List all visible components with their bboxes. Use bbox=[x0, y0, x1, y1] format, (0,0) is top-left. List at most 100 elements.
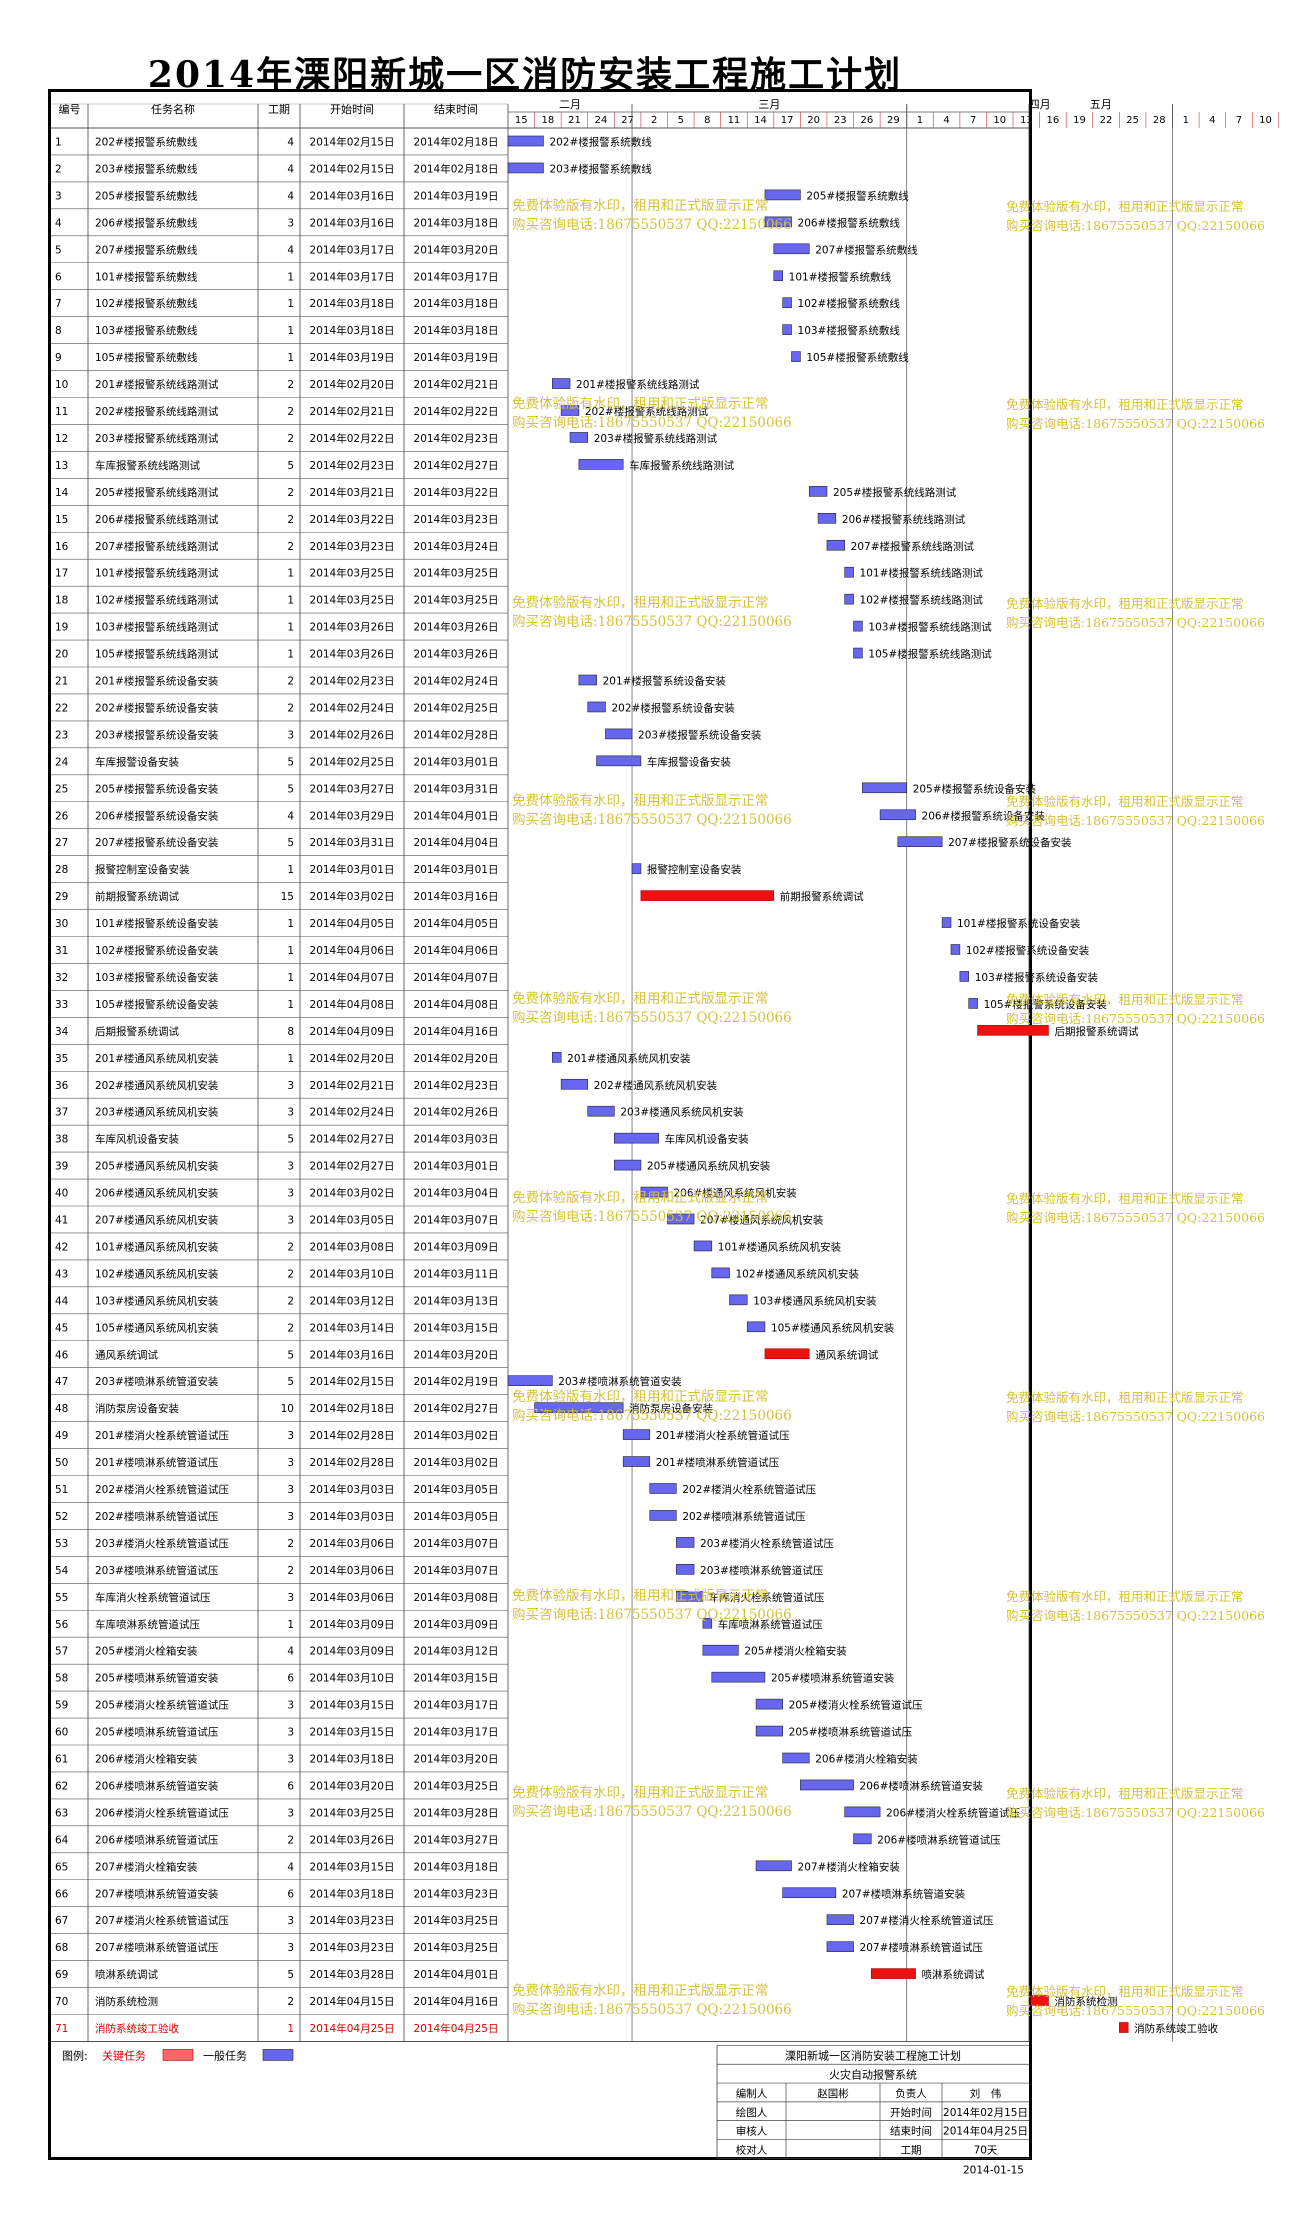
gantt-bar bbox=[755, 1698, 783, 1710]
task-duration: 2 bbox=[287, 406, 294, 418]
watermark-text: 免费体验版有水印，租用和正式版显示正常 购买咨询电话:18675550537 QQ… bbox=[512, 1388, 792, 1426]
task-start: 2014年04月06日 bbox=[310, 944, 395, 957]
watermark-line: 免费体验版有水印，租用和正式版显示正常 bbox=[1006, 596, 1244, 611]
watermark-text: 免费体验版有水印，租用和正式版显示正常 购买咨询电话:18675550537 QQ… bbox=[1006, 1388, 1265, 1426]
task-duration: 3 bbox=[287, 1457, 294, 1469]
task-duration: 1 bbox=[287, 945, 294, 957]
gantt-bar bbox=[853, 647, 863, 659]
task-end: 2014年03月12日 bbox=[414, 1645, 499, 1658]
task-duration: 2 bbox=[287, 541, 294, 553]
task-end: 2014年03月25日 bbox=[414, 1941, 499, 1954]
watermark-text: 免费体验版有水印，租用和正式版显示正常 购买咨询电话:18675550537 QQ… bbox=[512, 197, 792, 235]
gantt-bar bbox=[791, 351, 801, 362]
gantt-bar bbox=[853, 1833, 872, 1845]
gantt-bar bbox=[551, 378, 571, 389]
gantt-bar bbox=[640, 890, 775, 901]
gantt-bar bbox=[755, 1725, 783, 1737]
task-number: 8 bbox=[55, 325, 62, 337]
task-duration: 1 bbox=[287, 298, 294, 310]
gantt-bar bbox=[560, 1078, 589, 1090]
gantt-bar bbox=[676, 1564, 695, 1575]
task-name: 205#楼消火栓箱安装 bbox=[95, 1645, 198, 1658]
task-number: 61 bbox=[55, 1754, 68, 1766]
task-duration: 2 bbox=[287, 676, 294, 688]
task-start: 2014年02月27日 bbox=[310, 1133, 395, 1146]
task-name: 201#楼报警系统线路测试 bbox=[95, 378, 219, 391]
gantt-bar bbox=[782, 1752, 810, 1764]
watermark-line: 购买咨询电话:18675550537 QQ:22150066 bbox=[1006, 1608, 1265, 1623]
task-duration: 2 bbox=[287, 1538, 294, 1550]
bar-label: 207#楼报警系统线路测试 bbox=[851, 540, 975, 553]
task-name: 报警控制室设备安装 bbox=[95, 863, 190, 876]
task-duration: 4 bbox=[287, 1646, 294, 1658]
task-number: 48 bbox=[55, 1403, 68, 1415]
bar-label: 207#楼报警系统敷线 bbox=[815, 243, 918, 256]
bar-label: 203#楼喷淋系统管道安装 bbox=[558, 1375, 682, 1388]
task-number: 68 bbox=[55, 1942, 68, 1954]
task-end: 2014年03月02日 bbox=[414, 1429, 499, 1442]
task-name: 103#楼报警系统设备安装 bbox=[95, 971, 219, 984]
date-tick-label: 15 bbox=[515, 115, 528, 126]
task-duration: 3 bbox=[287, 1215, 294, 1227]
task-start: 2014年03月16日 bbox=[310, 216, 395, 229]
gantt-bar bbox=[729, 1294, 748, 1306]
date-tick-label: 22 bbox=[1100, 115, 1113, 126]
task-end: 2014年03月25日 bbox=[414, 594, 499, 607]
watermark-text: 免费体验版有水印，租用和正式版显示正常 购买咨询电话:18675550537 QQ… bbox=[1006, 792, 1265, 830]
gantt-bar bbox=[959, 971, 970, 982]
gantt-bar bbox=[826, 1941, 854, 1952]
bar-label: 203#楼报警系统线路测试 bbox=[594, 432, 718, 445]
task-number: 66 bbox=[55, 1888, 69, 1900]
task-start: 2014年03月18日 bbox=[310, 297, 395, 310]
legend-critical-swatch bbox=[162, 2049, 194, 2061]
task-start: 2014年03月28日 bbox=[310, 1968, 395, 1981]
task-start: 2014年03月10日 bbox=[310, 1267, 395, 1280]
task-number: 13 bbox=[55, 460, 68, 472]
task-name: 101#楼报警系统线路测试 bbox=[95, 567, 219, 580]
gantt-bar bbox=[897, 836, 943, 848]
month-label: 三月 bbox=[758, 98, 780, 111]
task-duration: 4 bbox=[287, 810, 294, 822]
task-end: 2014年03月20日 bbox=[414, 243, 499, 256]
gantt-bar bbox=[844, 566, 854, 578]
task-name: 203#楼通风系统风机安装 bbox=[95, 1106, 219, 1119]
task-duration: 4 bbox=[287, 190, 294, 202]
task-end: 2014年02月18日 bbox=[414, 136, 499, 149]
gantt-bar bbox=[676, 1537, 695, 1548]
task-name: 202#楼报警系统线路测试 bbox=[95, 405, 219, 418]
task-duration: 2 bbox=[287, 487, 294, 499]
task-number: 15 bbox=[55, 514, 68, 526]
task-start: 2014年02月18日 bbox=[310, 1402, 395, 1415]
date-tick-label: 16 bbox=[1047, 115, 1060, 126]
task-end: 2014年04月25日 bbox=[414, 2022, 499, 2035]
task-name: 102#楼通风系统风机安装 bbox=[95, 1267, 219, 1280]
task-end: 2014年02月18日 bbox=[414, 162, 499, 175]
task-number: 33 bbox=[55, 999, 68, 1011]
gantt-bar bbox=[870, 1968, 916, 1979]
bar-label: 201#楼报警系统设备安装 bbox=[603, 675, 727, 688]
task-duration: 3 bbox=[287, 1700, 294, 1712]
task-name: 车库报警设备安装 bbox=[95, 755, 179, 768]
task-name: 206#楼报警系统设备安装 bbox=[95, 809, 219, 822]
task-name: 205#楼报警系统敷线 bbox=[95, 189, 198, 202]
task-name: 205#楼喷淋系统管道安装 bbox=[95, 1672, 219, 1685]
bar-label: 202#楼喷淋系统管道试压 bbox=[682, 1510, 806, 1523]
task-name: 201#楼消火栓系统管道试压 bbox=[95, 1429, 229, 1442]
bar-label: 车库报警系统线路测试 bbox=[629, 459, 734, 472]
task-end: 2014年02月23日 bbox=[414, 432, 499, 445]
bar-label: 207#楼消火栓箱安装 bbox=[798, 1860, 901, 1873]
task-duration: 1 bbox=[287, 325, 294, 337]
watermark-line: 购买咨询电话:18675550537 QQ:22150066 bbox=[512, 1804, 792, 1820]
legend-normal-swatch bbox=[262, 2049, 294, 2061]
task-number: 25 bbox=[55, 783, 68, 795]
task-number: 6 bbox=[55, 271, 62, 283]
task-start: 2014年03月23日 bbox=[310, 1914, 395, 1927]
task-name: 消防系统检测 bbox=[95, 1995, 158, 2008]
task-end: 2014年03月18日 bbox=[414, 297, 499, 310]
task-number: 58 bbox=[55, 1673, 68, 1685]
task-start: 2014年03月27日 bbox=[310, 782, 395, 795]
task-start: 2014年02月20日 bbox=[310, 1052, 395, 1065]
date-tick-label: 10 bbox=[1259, 115, 1272, 126]
task-start: 2014年03月16日 bbox=[310, 1348, 395, 1361]
watermark-line: 免费体验版有水印，租用和正式版显示正常 bbox=[512, 198, 769, 214]
